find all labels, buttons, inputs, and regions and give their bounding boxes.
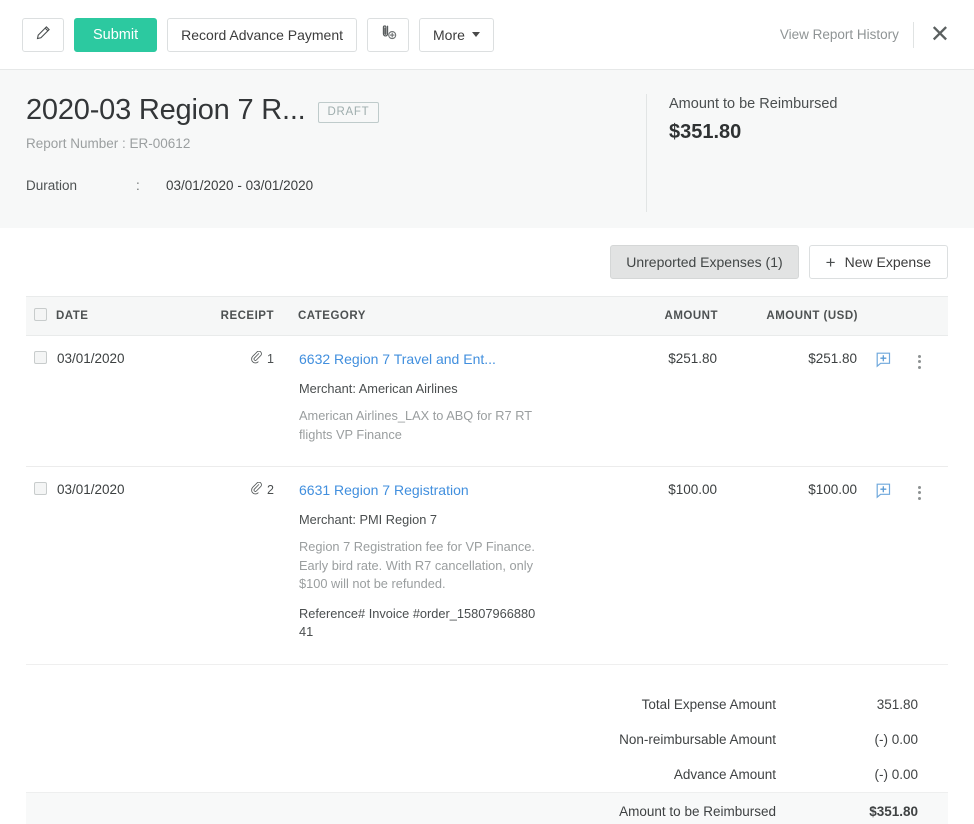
row-actions [876,482,947,502]
page-title: 2020-03 Region 7 R... [26,94,306,126]
table-header-row: DATE RECEIPT CATEGORY AMOUNT AMOUNT (USD… [26,296,948,336]
advance-amount-value: (-) 0.00 [874,766,918,782]
totals-spacer [26,665,948,687]
report-content: Unreported Expenses (1) + New Expense DA… [0,228,974,824]
column-header-receipt: RECEIPT [216,296,298,336]
toolbar-left-group: Submit Record Advance Payment More [22,17,494,52]
row-category-cell: 6631 Region 7 Registration Merchant: PMI… [298,466,578,665]
row-category-cell: 6632 Region 7 Travel and Ent... Merchant… [298,335,578,468]
row-actions-cell [858,466,948,665]
paperclip-icon [250,481,266,497]
reimbursement-summary: Amount to be Reimbursed $351.80 [646,94,837,212]
row-merchant: Merchant: American Airlines [299,381,458,396]
paperclip-icon [250,350,266,366]
column-header-category: CATEGORY [298,296,578,336]
row-select-cell [26,466,56,665]
row-select-cell [26,335,56,468]
advance-amount-row: Advance Amount (-) 0.00 [26,757,948,792]
row-receipt[interactable]: 1 [216,335,298,468]
row-amount-usd: $251.80 [718,335,858,468]
add-comment-icon[interactable] [876,483,892,502]
reimbursement-label: Amount to be Reimbursed [669,96,838,112]
expenses-table: DATE RECEIPT CATEGORY AMOUNT AMOUNT (USD… [26,296,948,665]
unreported-expenses-button[interactable]: Unreported Expenses (1) [610,245,799,279]
row-actions [876,351,947,371]
row-receipt[interactable]: 2 [216,466,298,665]
row-date: 03/01/2020 [56,466,216,665]
row-date: 03/01/2020 [56,335,216,468]
new-expense-label: New Expense [844,254,931,270]
row-actions-cell [858,335,948,468]
receipt-count: 2 [267,483,274,498]
row-checkbox[interactable] [34,351,47,364]
more-label: More [433,26,465,43]
row-amount: $100.00 [578,466,718,665]
row-reference: Reference# Invoice #order_1580796688041 [299,605,536,640]
non-reimbursable-amount-row: Non-reimbursable Amount (-) 0.00 [26,722,948,757]
non-reimbursable-amount-label: Non-reimbursable Amount [619,731,776,747]
amount-to-be-reimbursed-value: $351.80 [869,804,918,820]
title-row: 2020-03 Region 7 R... DRAFT [26,94,646,127]
column-header-actions [858,296,948,336]
advance-amount-label: Advance Amount [673,766,776,782]
column-header-amount-usd: AMOUNT (USD) [718,296,858,336]
row-description: Region 7 Registration fee for VP Finance… [299,539,535,592]
total-expense-amount-row: Total Expense Amount 351.80 [26,687,948,722]
row-checkbox[interactable] [34,482,47,496]
column-header-amount: AMOUNT [578,296,718,336]
row-category-link[interactable]: 6632 Region 7 Travel and Ent... [299,351,496,367]
row-merchant: Merchant: PMI Region 7 [299,512,437,528]
select-all-header [26,296,56,336]
amount-to-be-reimbursed-label: Amount to be Reimbursed [619,804,776,820]
more-vertical-icon[interactable] [914,484,925,502]
expense-actions-row: Unreported Expenses (1) + New Expense [26,228,948,296]
totals-section: Total Expense Amount 351.80 Non-reimburs… [26,665,948,824]
record-advance-payment-button[interactable]: Record Advance Payment [167,17,358,52]
table-row[interactable]: 03/01/2020 1 6632 Region 7 Travel and En… [26,335,948,468]
more-menu-button[interactable]: More [419,17,494,52]
duration-value: 03/01/2020 - 03/01/2020 [166,178,314,193]
top-toolbar: Submit Record Advance Payment More View … [0,0,974,70]
plus-icon: + [825,252,836,272]
report-header: 2020-03 Region 7 R... DRAFT Report Numbe… [0,70,974,228]
status-badge: DRAFT [317,102,380,123]
close-icon[interactable]: ✕ [928,22,952,47]
report-header-left: 2020-03 Region 7 R... DRAFT Report Numbe… [26,94,646,228]
duration-label: Duration [26,178,78,193]
submit-button[interactable]: Submit [74,17,158,52]
duration-row: Duration : 03/01/2020 - 03/01/2020 [26,178,646,193]
total-expense-amount-label: Total Expense Amount [641,696,776,712]
amount-to-be-reimbursed-row: Amount to be Reimbursed $351.80 [26,791,948,824]
duration-colon: : [136,178,140,193]
select-all-checkbox[interactable] [34,308,47,321]
attachment-add-icon [379,24,398,45]
column-header-date: DATE [56,296,216,336]
total-expense-amount-value: 351.80 [876,696,918,712]
reimbursement-amount: $351.80 [669,121,742,143]
row-category-link[interactable]: 6631 Region 7 Registration [299,482,469,498]
pencil-icon [35,25,51,44]
toolbar-right-group: View Report History ✕ [780,21,952,48]
new-expense-button[interactable]: + New Expense [808,245,948,279]
more-vertical-icon[interactable] [914,353,925,371]
non-reimbursable-amount-value: (-) 0.00 [874,731,918,747]
add-comment-icon[interactable] [876,352,892,371]
row-description: American Airlines_LAX to ABQ for R7 RT f… [299,408,532,442]
expenses-table-head: DATE RECEIPT CATEGORY AMOUNT AMOUNT (USD… [26,296,948,336]
expenses-table-body: 03/01/2020 1 6632 Region 7 Travel and En… [26,335,948,665]
toolbar-divider [912,21,914,48]
add-attachment-button[interactable] [367,17,410,52]
view-report-history-link[interactable]: View Report History [780,27,899,42]
edit-report-button[interactable] [22,17,64,52]
row-amount: $251.80 [578,335,718,468]
receipt-count: 1 [267,352,274,366]
table-row[interactable]: 03/01/2020 2 6631 Region 7 Registration … [26,466,948,665]
chevron-down-icon [471,32,480,37]
row-amount-usd: $100.00 [718,466,858,665]
report-number: Report Number : ER-00612 [26,136,191,151]
